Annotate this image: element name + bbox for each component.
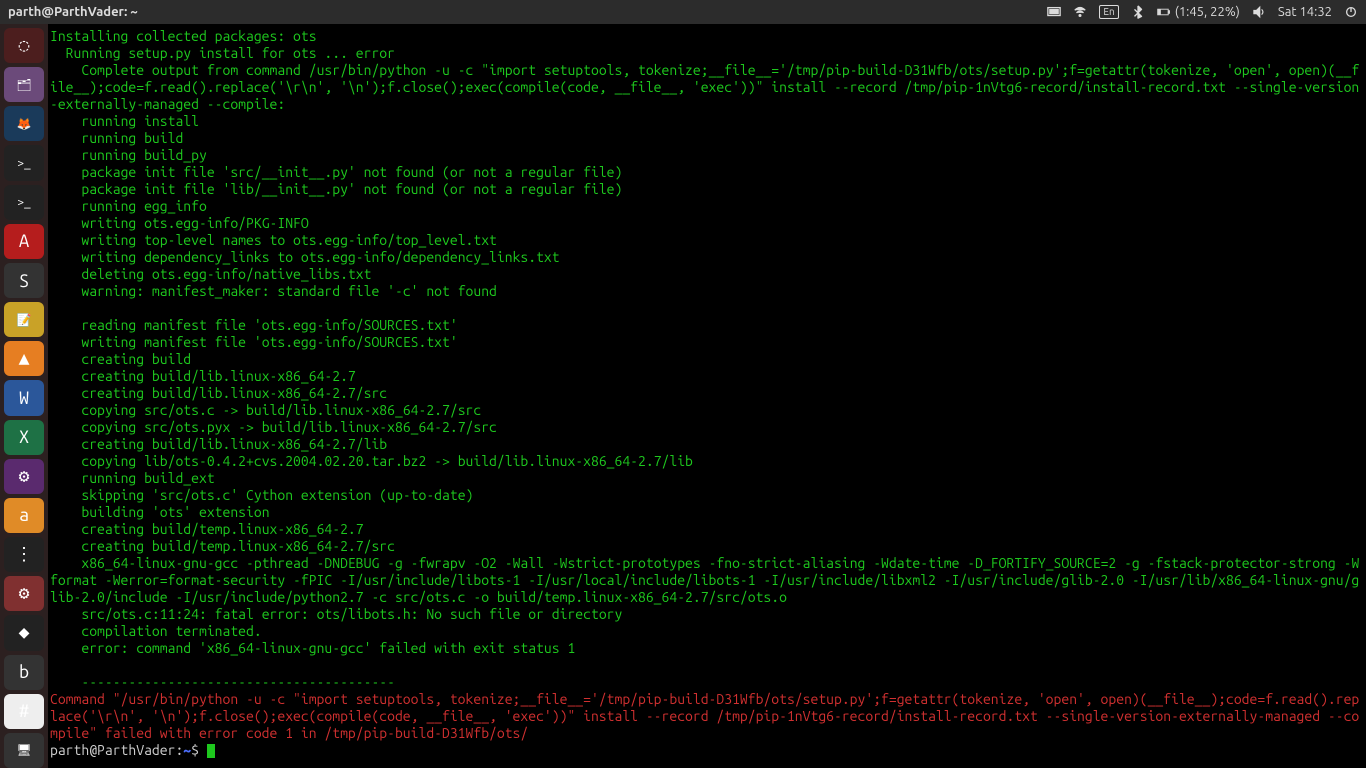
- wifi-icon[interactable]: [1073, 5, 1087, 19]
- launcher-files-nautilus[interactable]: 🗂: [4, 67, 44, 102]
- launcher-notes[interactable]: 📝: [4, 302, 44, 337]
- cursor: [207, 744, 215, 758]
- prompt-user-host: parth@ParthVader: [50, 742, 175, 758]
- session-menu-icon[interactable]: [1344, 5, 1358, 19]
- launcher-ubuntu-dash[interactable]: ◌: [4, 28, 44, 63]
- launcher-word[interactable]: W: [4, 380, 44, 415]
- prompt-path: ~: [183, 742, 191, 758]
- unity-launcher: ◌ 🗂 🦊 >_ >_ AS 📝 ▲ WX ⚙ a ⋮ ⚙ ◆ b # 🖥: [0, 24, 48, 768]
- top-panel: parth@ParthVader: ~ En (1:45, 22%) Sat 1…: [0, 0, 1366, 24]
- launcher-inkscape[interactable]: ◆: [4, 615, 44, 650]
- clock[interactable]: Sat 14:32: [1278, 5, 1332, 19]
- launcher-excel[interactable]: X: [4, 420, 44, 455]
- launcher-amazon[interactable]: a: [4, 498, 44, 533]
- launcher-terminal-2[interactable]: >_: [4, 185, 44, 220]
- launcher-display[interactable]: 🖥: [4, 733, 44, 768]
- screen-icon[interactable]: [1047, 5, 1061, 19]
- launcher-blender[interactable]: b: [4, 655, 44, 690]
- launcher-system-settings[interactable]: ⚙: [4, 576, 44, 611]
- launcher-vlc[interactable]: ▲: [4, 341, 44, 376]
- launcher-bluetooth-settings[interactable]: ⋮: [4, 537, 44, 572]
- battery-indicator[interactable]: (1:45, 22%): [1157, 5, 1240, 19]
- prompt-symbol: $: [191, 742, 207, 758]
- launcher-terminal-1[interactable]: >_: [4, 145, 44, 180]
- input-language[interactable]: En: [1099, 5, 1118, 19]
- window-title: parth@ParthVader: ~: [8, 5, 138, 19]
- launcher-firefox[interactable]: 🦊: [4, 106, 44, 141]
- battery-text: (1:45, 22%): [1175, 5, 1240, 19]
- launcher-slack[interactable]: #: [4, 694, 44, 729]
- bluetooth-icon[interactable]: [1131, 5, 1145, 19]
- launcher-software-center[interactable]: ⚙: [4, 459, 44, 494]
- launcher-sublime-text[interactable]: S: [4, 263, 44, 298]
- launcher-pdf-reader[interactable]: A: [4, 224, 44, 259]
- terminal-output[interactable]: Installing collected packages: ots Runni…: [48, 24, 1366, 768]
- system-tray: En (1:45, 22%) Sat 14:32: [1047, 5, 1358, 19]
- volume-icon[interactable]: [1252, 5, 1266, 19]
